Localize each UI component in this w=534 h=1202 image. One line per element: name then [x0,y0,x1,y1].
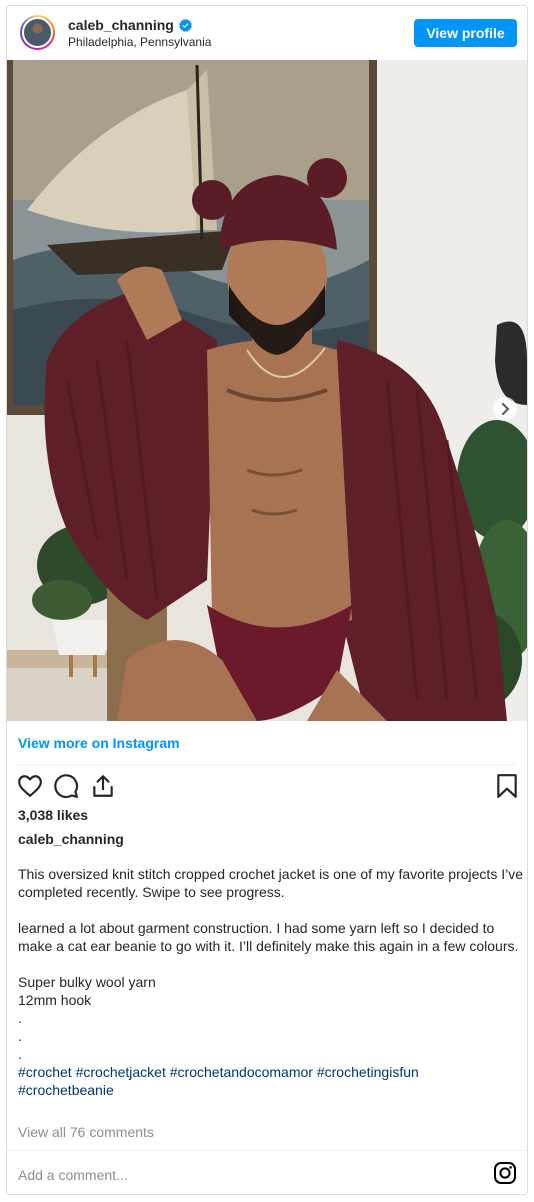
divider [7,1150,527,1151]
likes-count[interactable]: 3,038 likes [18,807,88,823]
divider [18,764,516,765]
view-comments-link[interactable]: View all 76 comments [18,1124,154,1140]
hashtags: #crochet #crochetjacket #crochetandocoma… [18,1063,523,1099]
next-photo-button[interactable] [493,397,517,421]
verified-badge-icon [178,18,192,32]
comment-icon[interactable] [53,773,79,799]
hashtag-link[interactable]: #crochet [18,1064,72,1080]
post-photo[interactable] [7,60,527,721]
caption-line: Super bulky wool yarn [18,974,156,990]
post-image [7,60,527,721]
location[interactable]: Philadelphia, Pennsylvania [68,35,211,49]
instagram-embed-card: caleb_channing Philadelphia, Pennsylvani… [6,5,528,1195]
view-more-link[interactable]: View more on Instagram [18,735,180,751]
hashtag-link[interactable]: #crochetjacket [76,1064,166,1080]
username-row: caleb_channing [68,17,192,33]
hashtag-link[interactable]: #crochetingisfun [317,1064,419,1080]
heart-icon[interactable] [17,773,43,799]
caption-line: 12mm hook [18,992,92,1008]
action-bar [7,773,527,803]
bookmark-icon[interactable] [494,773,520,799]
avatar[interactable] [20,15,55,50]
chevron-right-icon [502,403,509,415]
caption-line: learned a lot about garment construction… [18,920,519,954]
caption-line: . [18,1028,22,1044]
caption-line: . [18,1046,22,1062]
view-profile-button[interactable]: View profile [414,19,517,47]
hashtag-link[interactable]: #crochetbeanie [18,1082,114,1098]
instagram-logo-icon[interactable] [493,1161,517,1185]
post-header: caleb_channing Philadelphia, Pennsylvani… [7,6,527,60]
caption: This oversized knit stitch cropped croch… [18,865,523,1099]
caption-username[interactable]: caleb_channing [18,831,124,847]
hashtag-link[interactable]: #crochetandocomamor [170,1064,313,1080]
username[interactable]: caleb_channing [68,17,174,33]
caption-line: . [18,1010,22,1026]
share-icon[interactable] [90,773,116,799]
add-comment-input[interactable]: Add a comment... [18,1167,128,1183]
caption-line: This oversized knit stitch cropped croch… [18,866,523,900]
